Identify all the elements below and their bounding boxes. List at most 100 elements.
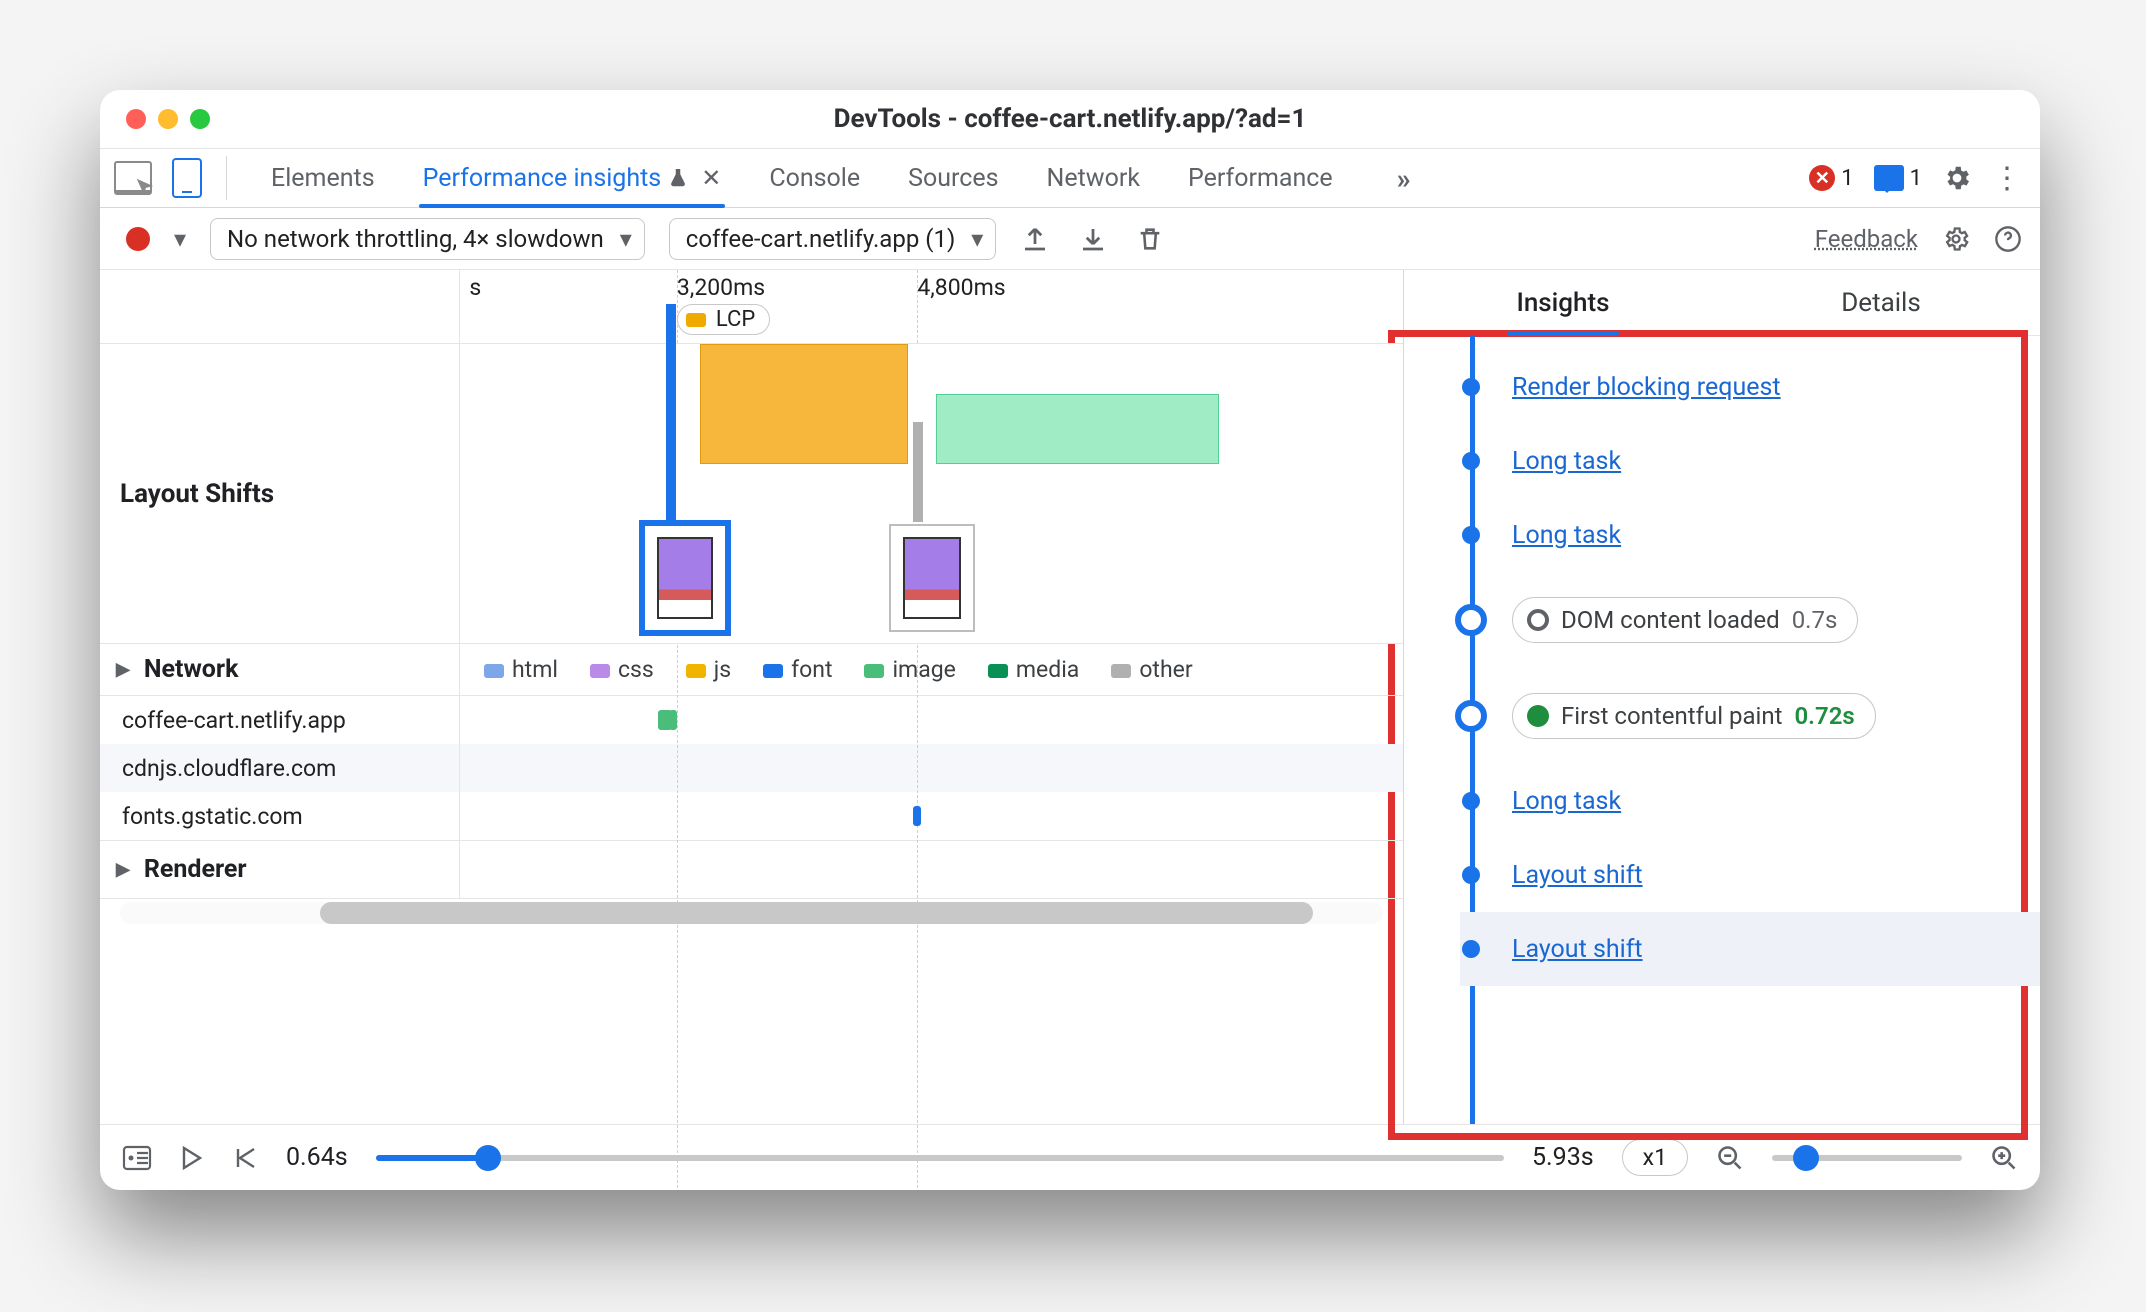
tab-label: Network bbox=[1047, 164, 1140, 193]
zoom-knob[interactable] bbox=[1793, 1145, 1819, 1171]
time-slider[interactable] bbox=[376, 1155, 1504, 1161]
insight-item[interactable]: Layout shift bbox=[1460, 912, 2040, 986]
target-select[interactable]: coffee-cart.netlify.app (1) bbox=[669, 218, 997, 260]
device-toolbar-icon[interactable] bbox=[162, 158, 202, 198]
tab-performance-insights[interactable]: Performance insights ✕ bbox=[419, 149, 726, 207]
request-chip[interactable] bbox=[669, 710, 677, 730]
network-legend: html css js font image media other bbox=[460, 644, 1403, 695]
time-ruler[interactable]: s 3,200ms 4,800ms LCP bbox=[460, 270, 1403, 343]
network-row[interactable]: cdnjs.cloudflare.com bbox=[100, 744, 1403, 792]
layout-shifts-label: Layout Shifts bbox=[100, 344, 460, 643]
zoom-out-icon[interactable] bbox=[1716, 1144, 1744, 1172]
event-pill[interactable]: First contentful paint 0.72s bbox=[1512, 693, 1876, 739]
panel-settings-icon[interactable] bbox=[1942, 225, 1970, 253]
zoom-slider[interactable] bbox=[1772, 1155, 1962, 1161]
tab-sources[interactable]: Sources bbox=[904, 149, 1002, 207]
lcp-label: LCP bbox=[716, 307, 755, 332]
playback-speed-pill[interactable]: x1 bbox=[1622, 1139, 1688, 1176]
insight-item[interactable]: Long task bbox=[1460, 764, 2040, 838]
layout-block[interactable] bbox=[936, 394, 1219, 464]
zoom-in-icon[interactable] bbox=[1990, 1144, 2018, 1172]
tab-label: Performance insights bbox=[423, 164, 662, 193]
tab-performance[interactable]: Performance bbox=[1184, 149, 1337, 207]
insight-item[interactable]: Render blocking request bbox=[1460, 350, 2040, 424]
horizontal-scrollbar[interactable] bbox=[100, 899, 1403, 927]
event-label: DOM content loaded bbox=[1561, 606, 1780, 634]
network-lane bbox=[460, 792, 1403, 840]
settings-icon[interactable] bbox=[1942, 163, 1972, 193]
experiment-flask-icon bbox=[669, 165, 687, 191]
request-chip[interactable] bbox=[913, 806, 921, 826]
timeline-marker bbox=[913, 422, 923, 522]
messages-badge[interactable]: 1 bbox=[1874, 165, 1922, 191]
inspect-element-icon[interactable] bbox=[114, 161, 152, 195]
tab-label: Elements bbox=[271, 164, 375, 193]
insight-event[interactable]: DOM content loaded 0.7s bbox=[1460, 572, 2040, 668]
ruler-gutter bbox=[100, 270, 460, 343]
chevron-right-icon: ▶ bbox=[116, 659, 130, 680]
toggle-screenshots-icon[interactable] bbox=[122, 1145, 152, 1171]
throttling-value: No network throttling, 4× slowdown bbox=[227, 225, 604, 253]
devtools-tabbar: Elements Performance insights ✕ Console … bbox=[100, 148, 2040, 208]
play-icon[interactable] bbox=[180, 1145, 204, 1171]
legend-item-image: image bbox=[864, 656, 955, 683]
import-icon[interactable] bbox=[1078, 224, 1108, 254]
insight-link[interactable]: Long task bbox=[1512, 787, 1621, 816]
help-icon[interactable] bbox=[1994, 225, 2022, 253]
network-section-toggle[interactable]: ▶ Network bbox=[100, 644, 460, 695]
slider-knob[interactable] bbox=[475, 1145, 501, 1171]
tab-label: Performance bbox=[1188, 164, 1333, 193]
tab-network[interactable]: Network bbox=[1043, 149, 1144, 207]
insight-event[interactable]: First contentful paint 0.72s bbox=[1460, 668, 2040, 764]
insights-timeline[interactable]: Render blocking request Long task Long t… bbox=[1404, 336, 2040, 1124]
legend-item-html: html bbox=[484, 656, 558, 683]
network-row[interactable]: coffee-cart.netlify.app bbox=[100, 696, 1403, 744]
insight-item[interactable]: Long task bbox=[1460, 498, 2040, 572]
insight-item[interactable]: Long task bbox=[1460, 424, 2040, 498]
close-tab-icon[interactable]: ✕ bbox=[701, 164, 721, 192]
message-icon bbox=[1874, 165, 1904, 191]
lcp-pill[interactable]: LCP bbox=[677, 304, 770, 335]
insight-link[interactable]: Layout shift bbox=[1512, 935, 1643, 964]
window-titlebar: DevTools - coffee-cart.netlify.app/?ad=1 bbox=[100, 90, 2040, 148]
insight-link[interactable]: Layout shift bbox=[1512, 861, 1643, 890]
layout-shifts-track[interactable] bbox=[460, 344, 1403, 643]
insight-link[interactable]: Render blocking request bbox=[1512, 373, 1781, 402]
timeline-marker[interactable] bbox=[666, 304, 676, 524]
feedback-link[interactable]: Feedback bbox=[1815, 225, 1918, 253]
insight-link[interactable]: Long task bbox=[1512, 447, 1621, 476]
export-icon[interactable] bbox=[1020, 224, 1050, 254]
tab-console[interactable]: Console bbox=[765, 149, 864, 207]
record-button[interactable] bbox=[126, 227, 150, 251]
legend-item-media: media bbox=[988, 656, 1079, 683]
insights-tab[interactable]: Insights bbox=[1404, 270, 1722, 335]
tab-label: Sources bbox=[908, 164, 998, 193]
tabs-overflow-icon[interactable]: » bbox=[1397, 162, 1411, 195]
event-value: 0.7s bbox=[1792, 606, 1838, 634]
renderer-track bbox=[460, 841, 1403, 898]
scrollbar-thumb[interactable] bbox=[320, 902, 1313, 924]
timeline-dot-icon bbox=[1462, 378, 1480, 396]
throttling-select[interactable]: No network throttling, 4× slowdown bbox=[210, 218, 645, 260]
status-dot-icon bbox=[1527, 705, 1549, 727]
delete-icon[interactable] bbox=[1136, 224, 1164, 254]
screenshot-thumbnail-selected[interactable] bbox=[639, 520, 731, 636]
timeline-ring-icon bbox=[1455, 604, 1487, 636]
event-pill[interactable]: DOM content loaded 0.7s bbox=[1512, 597, 1858, 643]
tab-elements[interactable]: Elements bbox=[267, 149, 379, 207]
insight-item[interactable]: Layout shift bbox=[1460, 838, 2040, 912]
more-menu-icon[interactable]: ⋮ bbox=[1992, 161, 2020, 196]
go-to-start-icon[interactable] bbox=[232, 1146, 258, 1170]
ruler-tick: s bbox=[469, 274, 481, 301]
network-host: coffee-cart.netlify.app bbox=[100, 696, 460, 744]
renderer-section-toggle[interactable]: ▶ Renderer bbox=[100, 841, 460, 898]
legend-item-css: css bbox=[590, 656, 654, 683]
network-row[interactable]: fonts.gstatic.com bbox=[100, 792, 1403, 840]
details-tab[interactable]: Details bbox=[1722, 270, 2040, 335]
screenshot-thumbnail[interactable] bbox=[889, 524, 975, 632]
tab-label: Console bbox=[769, 164, 860, 193]
record-menu-caret-icon[interactable]: ▾ bbox=[174, 225, 186, 253]
insight-link[interactable]: Long task bbox=[1512, 521, 1621, 550]
lcp-block[interactable] bbox=[700, 344, 907, 464]
errors-badge[interactable]: ✕ 1 bbox=[1809, 165, 1853, 191]
